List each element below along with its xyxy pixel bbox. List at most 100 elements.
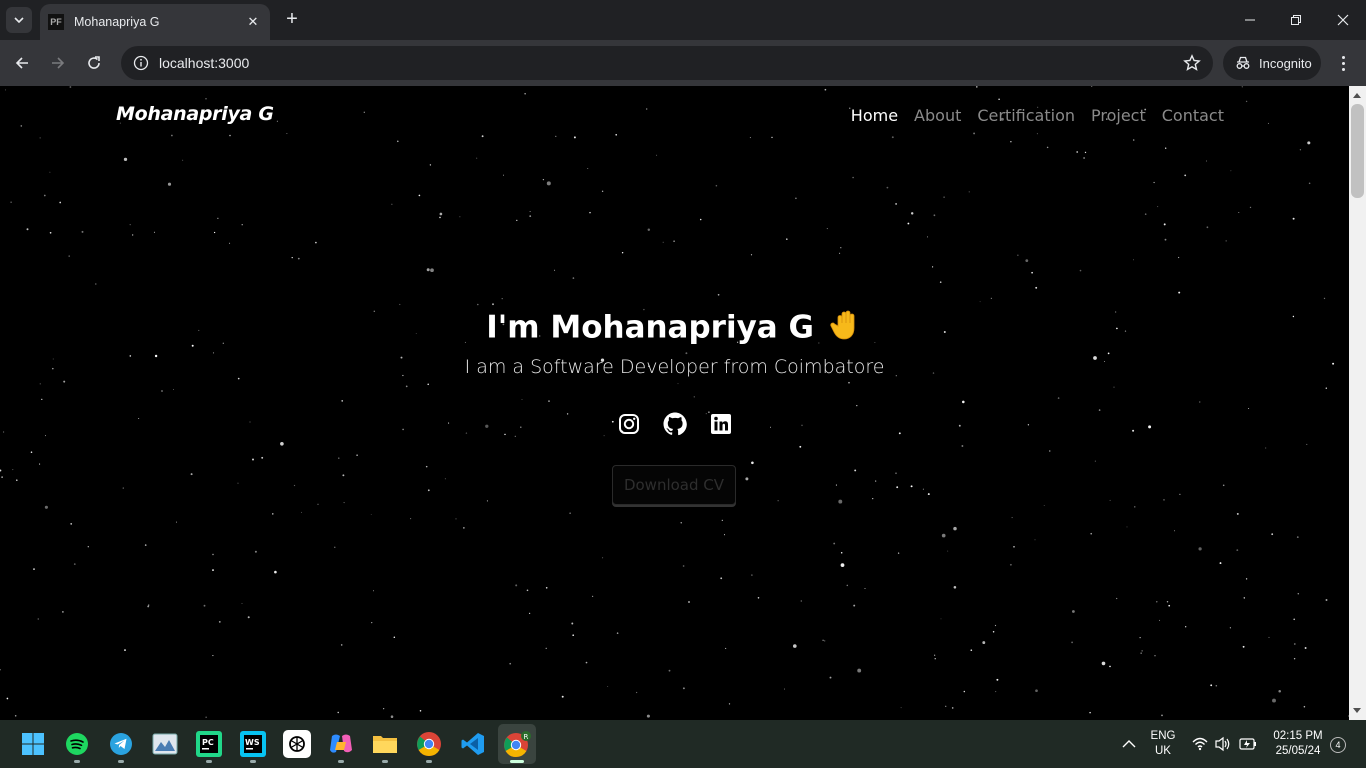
tab-close-icon[interactable]: ✕ [244, 14, 262, 30]
star-dot [1323, 297, 1326, 300]
star-dot [1109, 499, 1111, 501]
minimize-button[interactable] [1238, 8, 1262, 32]
notification-count-badge[interactable]: 4 [1330, 737, 1346, 753]
chrome-incognito-icon[interactable]: R [503, 730, 531, 758]
scroll-thumb[interactable] [1351, 104, 1364, 198]
browser-toolbar: localhost:3000 Incognito [0, 40, 1366, 86]
nav-certification[interactable]: Certification [977, 106, 1075, 125]
site-brand[interactable]: Mohanapriya G [116, 103, 274, 125]
webstorm-icon[interactable]: WS [239, 730, 267, 758]
new-tab-button[interactable]: + [281, 9, 303, 31]
star-dot [1091, 86, 1093, 87]
star-dot [1174, 530, 1176, 532]
star-dot [526, 589, 529, 592]
active-app-indicator [510, 760, 524, 763]
site-info-icon[interactable] [133, 55, 149, 71]
github-icon[interactable] [662, 411, 687, 436]
star-dot [1133, 259, 1134, 261]
file-explorer-icon[interactable] [371, 730, 399, 758]
download-cv-button[interactable]: Download CV [612, 465, 736, 505]
vscode-icon[interactable] [459, 730, 487, 758]
chatgpt-icon[interactable] [283, 730, 311, 758]
star-dot [524, 93, 526, 95]
star-dot [895, 202, 898, 205]
star-dot [528, 612, 531, 615]
star-dot [229, 242, 231, 244]
clock[interactable]: 02:15 PM 25/05/24 [1264, 729, 1332, 759]
browser-menu-icon[interactable] [1334, 50, 1352, 76]
star-dot [43, 194, 46, 197]
star-dot [1199, 401, 1201, 403]
telegram-icon[interactable] [107, 730, 135, 758]
back-button[interactable] [9, 50, 35, 76]
star-dot [45, 435, 46, 437]
browser-tab[interactable]: PF Mohanapriya G ✕ [40, 4, 270, 40]
star-dot [425, 465, 428, 468]
star-dot [961, 445, 964, 447]
star-dot [261, 456, 264, 459]
pycharm-icon[interactable]: PC [195, 730, 223, 758]
nav-home[interactable]: Home [851, 106, 898, 125]
scroll-up-icon[interactable] [1353, 93, 1361, 98]
star-dot [383, 708, 385, 710]
star-dot [611, 420, 614, 423]
system-tray-status[interactable] [1189, 730, 1261, 758]
bookmark-star-icon[interactable] [1183, 54, 1201, 77]
reload-button[interactable] [81, 50, 107, 76]
star-dot [301, 511, 302, 513]
star-dot [161, 390, 163, 392]
star-dot [419, 710, 422, 712]
star-dot [1027, 424, 1030, 426]
star-dot [750, 254, 753, 256]
tab-search-button[interactable] [6, 7, 32, 33]
star-dot [485, 424, 489, 428]
star-dot [1225, 240, 1227, 242]
instagram-icon[interactable] [616, 411, 641, 436]
language-indicator[interactable]: ENG UK [1146, 729, 1180, 759]
star-dot [1296, 536, 1299, 538]
spotify-icon[interactable] [63, 730, 91, 758]
star-dot [203, 604, 206, 607]
star-dot [1210, 684, 1213, 687]
star-dot [994, 624, 997, 627]
windows-start-icon[interactable] [19, 730, 47, 758]
forward-button[interactable] [45, 50, 71, 76]
incognito-indicator[interactable]: Incognito [1223, 46, 1321, 80]
star-dot [418, 194, 421, 197]
star-dot [751, 574, 753, 576]
star-dot [1238, 212, 1240, 213]
star-dot [1293, 657, 1296, 660]
nav-project[interactable]: Project [1091, 106, 1146, 125]
star-dot [173, 388, 175, 390]
photos-icon[interactable] [151, 730, 179, 758]
page-scrollbar[interactable] [1349, 86, 1366, 720]
svg-text:PC: PC [202, 738, 214, 747]
social-links [616, 411, 733, 436]
star-dot [933, 214, 936, 217]
show-hidden-icons-chevron-icon[interactable] [1115, 730, 1143, 758]
close-window-button[interactable] [1331, 8, 1355, 32]
chrome-icon[interactable] [415, 730, 443, 758]
linkedin-icon[interactable] [708, 411, 733, 436]
star-dot [943, 196, 945, 198]
nav-contact[interactable]: Contact [1162, 106, 1224, 125]
star-dot [1265, 447, 1267, 449]
nav-about[interactable]: About [914, 106, 961, 125]
chevron-down-icon [14, 17, 24, 23]
copilot-icon[interactable] [327, 730, 355, 758]
star-dot [1084, 151, 1087, 154]
star-dot [1141, 650, 1143, 652]
star-dot [1306, 443, 1308, 445]
star-dot [1144, 213, 1147, 215]
star-dot [459, 216, 461, 218]
star-dot [291, 256, 293, 259]
star-dot [286, 132, 288, 134]
star-dot [1299, 149, 1302, 151]
address-bar[interactable]: localhost:3000 [121, 46, 1213, 80]
star-dot [1249, 206, 1252, 209]
star-dot [795, 197, 797, 200]
star-dot [1107, 352, 1110, 355]
scroll-down-icon[interactable] [1353, 708, 1361, 713]
restore-button[interactable] [1284, 8, 1308, 32]
star-dot [26, 228, 29, 231]
